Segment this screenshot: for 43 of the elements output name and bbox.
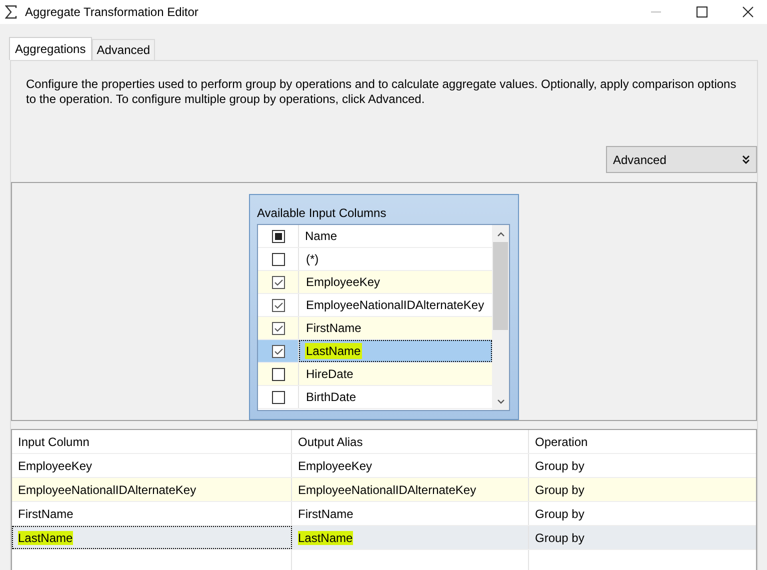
column-name[interactable]: HireDate xyxy=(305,366,354,382)
column-header: Operation xyxy=(534,434,589,450)
table-cell: Group by xyxy=(535,482,584,496)
column-header: Name xyxy=(304,228,338,244)
column-name[interactable]: (*) xyxy=(305,251,320,267)
checkbox[interactable] xyxy=(272,252,284,266)
checkbox[interactable] xyxy=(272,276,284,288)
table-cell: FirstName xyxy=(18,506,74,520)
maximize-icon[interactable] xyxy=(696,6,708,18)
table-cell: Group by xyxy=(535,530,584,544)
table-cell: FirstName xyxy=(298,506,354,520)
column-name[interactable]: BirthDate xyxy=(305,389,358,405)
table-cell: EmployeeNationalIDAlternateKey xyxy=(18,482,196,496)
checkbox[interactable] xyxy=(272,368,284,380)
advanced-dropdown[interactable]: Advanced xyxy=(606,146,757,173)
table-cell: LastName xyxy=(18,530,73,544)
description-text: Configure the properties used to perform group by operations and to calculate aggregate values. Optionally, apply comparison options to the operation. To configure multiple group by operations, click Advanced. xyxy=(26,77,738,107)
checkbox[interactable] xyxy=(272,298,284,312)
close-icon[interactable] xyxy=(742,6,754,18)
tab[interactable]: Aggregations xyxy=(9,37,92,60)
table-cell: Group by xyxy=(535,506,584,520)
sigma-icon xyxy=(5,5,17,19)
checkbox[interactable] xyxy=(272,390,284,404)
table-cell: LastName xyxy=(298,530,353,544)
tab[interactable]: Advanced xyxy=(92,39,156,60)
table-cell: EmployeeKey xyxy=(18,458,92,472)
column-header: Output Alias xyxy=(292,430,529,453)
scrollbar[interactable] xyxy=(492,225,509,410)
column-name[interactable]: FirstName xyxy=(305,320,362,336)
scroll-down-icon[interactable] xyxy=(496,399,504,405)
scroll-up-icon[interactable] xyxy=(496,231,504,237)
table-cell: EmployeeNationalIDAlternateKey xyxy=(298,482,476,496)
double-chevron-icon xyxy=(742,155,750,164)
table-cell: Group by xyxy=(535,458,584,472)
window-title: Aggregate Transformation Editor xyxy=(25,5,198,19)
table-cell: EmployeeKey xyxy=(298,458,372,472)
checkbox[interactable] xyxy=(272,322,284,334)
column-name[interactable]: LastName xyxy=(305,343,362,359)
panel-title: Available Input Columns xyxy=(257,205,388,222)
checkbox[interactable] xyxy=(272,344,284,358)
checkbox[interactable] xyxy=(272,230,284,242)
column-header: Input Column xyxy=(12,430,292,453)
column-name[interactable]: EmployeeNationalIDAlternateKey xyxy=(305,297,486,313)
